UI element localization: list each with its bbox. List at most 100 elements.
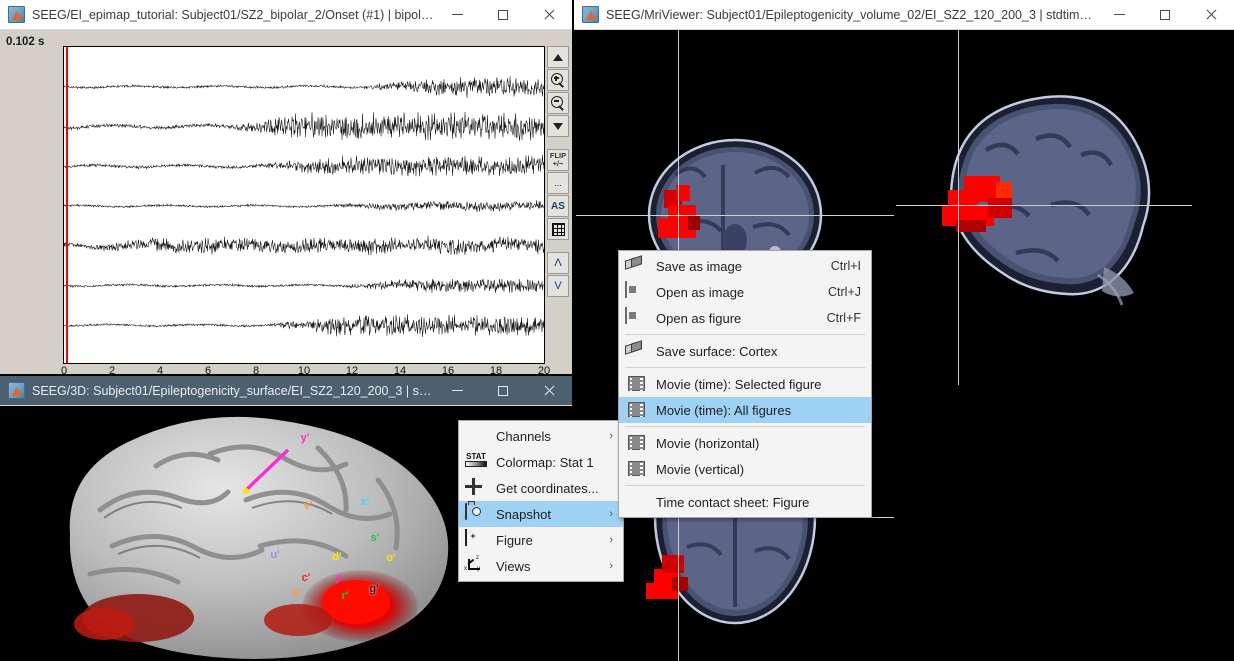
menu-item-label: Figure: [496, 533, 583, 548]
menu-item-get-coordinates[interactable]: Get coordinates...: [459, 475, 623, 501]
channels-icon: [465, 426, 487, 446]
electrode-label[interactable]: g': [369, 583, 378, 595]
eeg-trace: [64, 200, 544, 212]
save-image-icon: [625, 256, 647, 276]
flip-button[interactable]: FLIP +/−: [547, 149, 569, 171]
eeg-signal-traces: [64, 47, 544, 363]
electrode-label[interactable]: d': [332, 551, 341, 563]
menu-item-label: Movie (vertical): [656, 462, 861, 477]
mri-minimize-button[interactable]: [1096, 0, 1142, 29]
electrode-label[interactable]: y': [301, 432, 310, 444]
menu-item-movie-vertical[interactable]: Movie (vertical): [619, 456, 871, 482]
colormap-icon: STAT: [465, 452, 487, 467]
page-down-button[interactable]: V: [547, 275, 569, 297]
more-options-button[interactable]: ...: [547, 172, 569, 194]
document-icon: [625, 308, 647, 328]
eeg-current-time: 0.102 s: [6, 36, 44, 48]
figure-context-menu: Channels › STATColormap: Stat 1›Get coordi…: [458, 420, 624, 582]
mri-maximize-button[interactable]: [1142, 0, 1188, 29]
menu-item-label: Open as figure: [656, 311, 793, 326]
electrode-label[interactable]: f': [336, 574, 342, 586]
eeg-trace: [64, 155, 544, 176]
eeg-trace: [64, 279, 544, 293]
save-image-icon: [625, 341, 647, 361]
eeg-trace-plot[interactable]: [63, 46, 545, 364]
menu-item-label: Movie (time): Selected figure: [656, 377, 861, 392]
menu-item-label: Movie (horizontal): [656, 436, 861, 451]
eeg-maximize-button[interactable]: [480, 0, 526, 29]
document-icon: [625, 307, 627, 324]
brainstorm-app-icon: [582, 6, 599, 23]
eeg-trace: [64, 236, 544, 256]
menu-item-snapshot[interactable]: Snapshot›: [459, 501, 623, 527]
electrode-label[interactable]: e': [293, 587, 302, 599]
menu-item-save-surface-cortex[interactable]: Save surface: Cortex: [619, 338, 871, 364]
crosshair-icon: [465, 478, 487, 498]
menu-item-open-as-figure[interactable]: Open as figureCtrl+F: [619, 305, 871, 331]
mri-window-controls: [1096, 0, 1234, 29]
film-icon: [625, 433, 647, 453]
submenu-arrow-icon: ›: [609, 430, 613, 442]
electrode-label[interactable]: u': [270, 549, 279, 561]
eeg-minimize-button[interactable]: [434, 0, 480, 29]
electrode-label[interactable]: v': [304, 500, 313, 512]
figure-icon: [465, 530, 487, 550]
camera-icon: [465, 503, 467, 520]
eeg-body: 0.102 s c'10-c'11c'2-c'3g'5-g'6g'6-g'7l'…: [0, 30, 572, 374]
document-icon: [625, 281, 627, 298]
menu-separator: [625, 426, 865, 427]
scroll-up-icon[interactable]: [547, 46, 569, 68]
mri-close-button[interactable]: [1188, 0, 1234, 29]
snapshot-submenu: Save as imageCtrl+IOpen as imageCtrl+JOp…: [618, 250, 872, 518]
film-icon: [628, 461, 645, 476]
brainstorm-app-icon: [8, 382, 25, 399]
colormap-icon: STAT: [465, 452, 487, 472]
menu-separator: [625, 334, 865, 335]
zoom-in-icon[interactable]: [547, 69, 569, 91]
electrode-label[interactable]: c': [302, 572, 311, 584]
flip-label-2: +/−: [553, 159, 564, 168]
submenu-arrow-icon: ›: [609, 560, 613, 572]
document-icon: [625, 282, 647, 302]
menu-item-figure[interactable]: Figure›: [459, 527, 623, 553]
menu-item-label: Time contact sheet: Figure: [656, 495, 861, 510]
zoom-out-icon[interactable]: [547, 92, 569, 114]
page-up-button[interactable]: Λ: [547, 252, 569, 274]
menu-item-open-as-image[interactable]: Open as imageCtrl+J: [619, 279, 871, 305]
electrode-label[interactable]: o': [386, 552, 395, 564]
as-label: AS: [551, 201, 565, 212]
eeg-trace: [64, 314, 544, 337]
menu-item-movie-time-all-figures[interactable]: Movie (time): All figures: [619, 397, 871, 423]
menu-item-save-as-image[interactable]: Save as image Ctrl+I: [619, 253, 871, 279]
surface3d-titlebar: SEEG/3D: Subject01/Epileptogenicity_surf…: [0, 376, 572, 406]
menu-item-label: Save as image: [656, 259, 797, 274]
surface3d-maximize-button[interactable]: [480, 376, 526, 405]
electrode-label[interactable]: r': [342, 590, 349, 602]
film-icon: [628, 435, 645, 450]
film-icon: [628, 376, 645, 391]
eeg-close-button[interactable]: [526, 0, 572, 29]
menu-item-movie-horizontal[interactable]: Movie (horizontal): [619, 430, 871, 456]
mri-sagittal-view[interactable]: [896, 30, 1192, 385]
auto-scale-button[interactable]: AS: [547, 195, 569, 217]
surface3d-window-controls: [434, 376, 572, 405]
menu-item-movie-time-selected-figure[interactable]: Movie (time): Selected figure: [619, 371, 871, 397]
menu-item-label: Snapshot: [496, 507, 583, 522]
electrode-label[interactable]: s': [371, 532, 380, 544]
surface3d-close-button[interactable]: [526, 376, 572, 405]
mri-window-title: SEEG/MriViewer: Subject01/Epileptogenici…: [606, 8, 1096, 22]
menu-item-shortcut: Ctrl+I: [831, 259, 861, 273]
scroll-down-icon[interactable]: [547, 115, 569, 137]
menu-item-label: Channels: [496, 429, 583, 444]
menu-item-views[interactable]: zxyViews›: [459, 553, 623, 579]
surface3d-minimize-button[interactable]: [434, 376, 480, 405]
menu-item-colormap-stat-1[interactable]: STATColormap: Stat 1›: [459, 449, 623, 475]
menu-item-time-contact-sheet-figure[interactable]: Time contact sheet: Figure: [619, 489, 871, 515]
menu-item-label: Open as image: [656, 285, 794, 300]
grid-toggle-icon[interactable]: [547, 218, 569, 240]
electrode-label[interactable]: x': [361, 496, 370, 508]
menu-separator: [625, 485, 865, 486]
menu-item-channels[interactable]: Channels ›: [459, 423, 623, 449]
film-icon: [625, 400, 647, 420]
surface3d-window-title: SEEG/3D: Subject01/Epileptogenicity_surf…: [32, 384, 434, 398]
